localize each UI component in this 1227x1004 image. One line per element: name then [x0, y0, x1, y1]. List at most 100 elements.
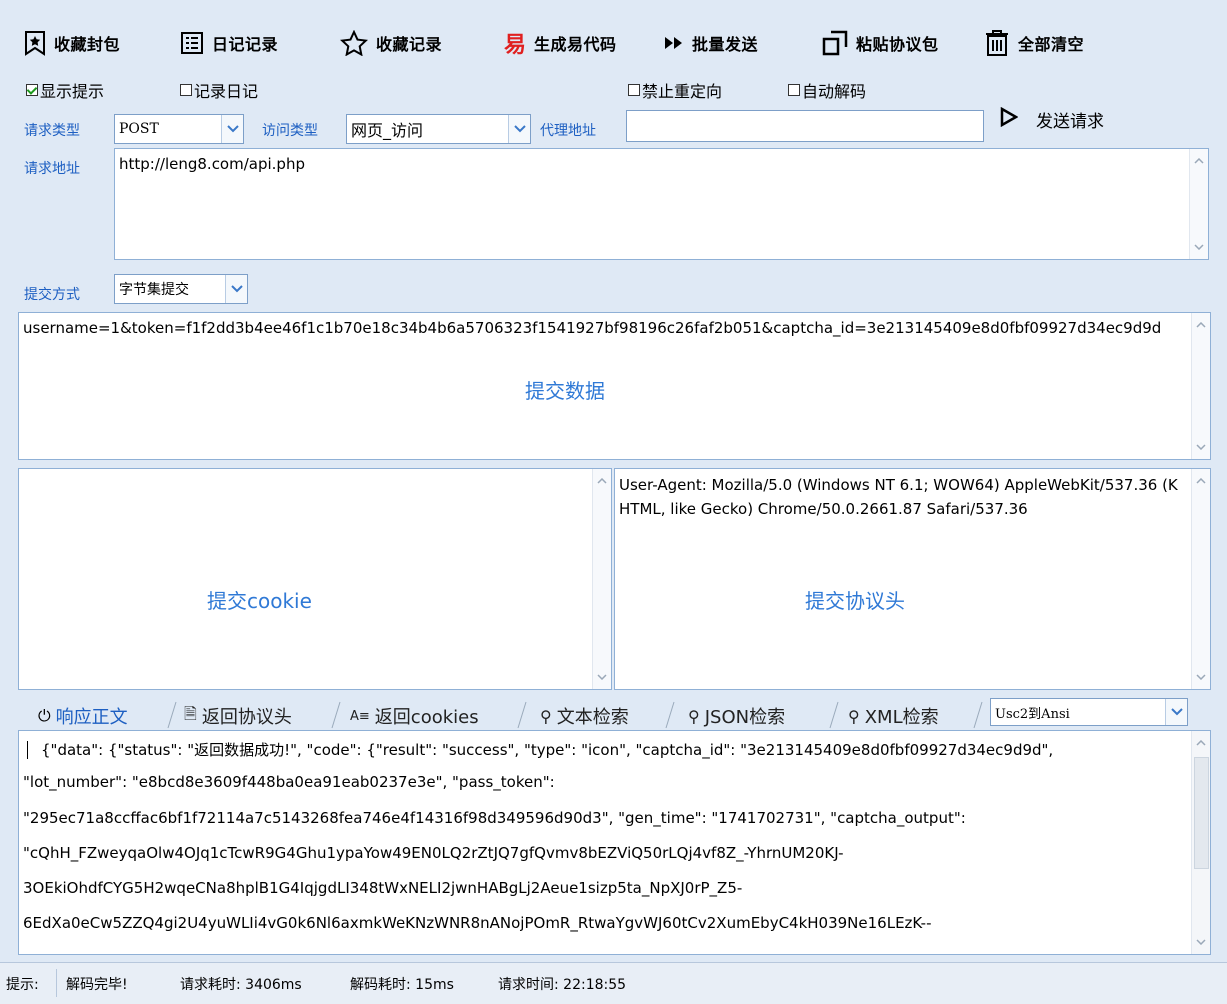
generate-code-button[interactable]: 易 生成易代码 — [504, 26, 617, 60]
collect-packet-button[interactable]: 收藏封包 — [24, 26, 120, 60]
tab-response-cookies[interactable]: A≡ 返回cookies — [350, 702, 479, 730]
url-scrollbar[interactable] — [1189, 149, 1208, 259]
chevron-down-icon[interactable] — [508, 115, 530, 143]
submit-mode-label: 提交方式 — [24, 287, 80, 303]
status-bar: 提示: 解码完毕! 请求耗时: 3406ms 解码耗时: 15ms 请求时间: … — [0, 962, 1227, 1004]
response-line: "cQhH_FZweyqaOlw4OJq1cTcwR9G4Ghu1ypaYow4… — [23, 844, 844, 862]
access-type-value: 网页_访问 — [351, 121, 424, 140]
tab-json-search-label: JSON检索 — [704, 707, 786, 728]
generate-code-label: 生成易代码 — [534, 35, 617, 54]
headers-scrollbar[interactable] — [1191, 469, 1210, 689]
url-value: http://leng8.com/api.php — [119, 155, 305, 173]
chevron-down-icon[interactable] — [225, 275, 247, 303]
url-textarea[interactable]: http://leng8.com/api.php — [114, 148, 1209, 260]
scroll-down-icon[interactable] — [1192, 932, 1210, 952]
diary-record-button[interactable]: 日记记录 — [180, 26, 278, 60]
text-format-icon: A≡ — [350, 708, 370, 724]
show-tips-checkbox[interactable]: 显示提示 — [26, 78, 104, 102]
response-line: 3OEkiOhdfCYG5H2wqeCNa8hplB1G4IqjgdLI348t… — [23, 879, 743, 897]
scroll-up-icon[interactable] — [1192, 471, 1210, 491]
tab-response-headers[interactable]: 🗎 返回协议头 — [184, 702, 292, 730]
cookie-scrollbar[interactable] — [592, 469, 611, 689]
scroll-up-icon[interactable] — [1190, 151, 1208, 171]
method-value: POST — [119, 121, 159, 137]
scroll-up-icon[interactable] — [593, 471, 611, 491]
response-line: "lot_number": "e8bcd8e3609f448ba0ea91eab… — [23, 773, 555, 791]
proxy-input[interactable] — [626, 110, 984, 142]
post-data-textarea[interactable]: username=1&token=f1f2dd3b4ee46f1c1b70e18… — [18, 312, 1211, 460]
send-request-button[interactable]: 发送请求 — [1000, 104, 1104, 134]
tab-separator — [167, 701, 177, 729]
cookie-textarea[interactable]: 提交cookie — [18, 468, 612, 690]
favorites-button[interactable]: 收藏记录 — [340, 26, 442, 60]
batch-send-label: 批量发送 — [692, 35, 759, 54]
response-scrollbar[interactable] — [1191, 731, 1210, 954]
tab-separator — [829, 701, 839, 729]
response-line: "295ec71a8ccffac6bf1f72114a7c5143268fea7… — [23, 809, 966, 827]
response-body[interactable]: {"data": {"status": "返回数据成功!", "code": {… — [18, 731, 1211, 955]
encoding-value: Usc2到Ansi — [995, 706, 1070, 722]
submit-mode-select[interactable]: 字节集提交 — [114, 274, 248, 304]
auto-decode-check-box — [788, 84, 800, 96]
document-icon: 🗎 — [184, 703, 197, 723]
tab-response-body[interactable]: ⏻ 响应正文 — [38, 702, 128, 730]
scroll-down-icon[interactable] — [1190, 237, 1208, 257]
search-icon: ⚲ — [688, 706, 700, 726]
clear-all-label: 全部清空 — [1018, 35, 1085, 54]
status-prefix: 提示: — [6, 977, 39, 993]
scroll-down-icon[interactable] — [1192, 437, 1210, 457]
chevron-down-icon[interactable] — [1165, 699, 1187, 725]
response-line: 6EdXa0eCw5ZZQ4gi2U4yuWLIi4vG0k6Nl6axmkWe… — [23, 914, 932, 932]
tab-xml-search[interactable]: ⚲ XML检索 — [848, 702, 939, 730]
no-redirect-checkbox[interactable]: 禁止重定向 — [628, 78, 722, 102]
tab-text-search-label: 文本检索 — [556, 707, 629, 728]
clear-all-button[interactable]: 全部清空 — [984, 26, 1084, 60]
show-tips-check-mark — [26, 84, 38, 96]
trash-icon — [984, 29, 1010, 57]
response-icon: ⏻ — [38, 706, 51, 725]
post-data-watermark: 提交数据 — [525, 379, 605, 403]
star-icon — [340, 30, 368, 56]
scroll-down-icon[interactable] — [593, 667, 611, 687]
headers-value: User-Agent: Mozilla/5.0 (Windows NT 6.1;… — [619, 476, 1178, 518]
tab-separator — [973, 701, 983, 729]
tab-xml-search-label: XML检索 — [864, 707, 939, 728]
record-diary-checkbox[interactable]: 记录日记 — [180, 78, 258, 102]
response-line: {"data": {"status": "返回数据成功!", "code": {… — [41, 741, 1054, 759]
favorites-label: 收藏记录 — [376, 35, 443, 54]
tab-separator — [517, 701, 527, 729]
url-label: 请求地址 — [24, 161, 80, 177]
show-tips-label: 显示提示 — [40, 82, 105, 101]
scroll-thumb[interactable] — [1194, 757, 1209, 869]
bookmark-star-icon — [24, 30, 46, 56]
proxy-label: 代理地址 — [540, 123, 596, 139]
text-cursor — [27, 741, 28, 759]
send-request-label: 发送请求 — [1036, 111, 1104, 132]
paste-icon — [822, 30, 848, 56]
scroll-up-icon[interactable] — [1192, 733, 1210, 753]
scroll-down-icon[interactable] — [1192, 667, 1210, 687]
collect-packet-label: 收藏封包 — [54, 35, 121, 54]
scroll-up-icon[interactable] — [1192, 315, 1210, 335]
status-clock: 请求时间: 22:18:55 — [498, 977, 627, 993]
tab-response-cookies-label: 返回cookies — [374, 707, 479, 728]
status-request-time: 请求耗时: 3406ms — [180, 977, 302, 993]
paste-packet-button[interactable]: 粘贴协议包 — [822, 26, 939, 60]
method-select[interactable]: POST — [114, 114, 244, 144]
batch-send-button[interactable]: 批量发送 — [664, 26, 758, 60]
diary-record-label: 日记记录 — [212, 35, 279, 54]
chevron-down-icon[interactable] — [221, 115, 243, 143]
no-redirect-label: 禁止重定向 — [642, 82, 723, 101]
tab-json-search[interactable]: ⚲ JSON检索 — [688, 702, 785, 730]
paste-packet-label: 粘贴协议包 — [856, 35, 939, 54]
access-type-select[interactable]: 网页_访问 — [346, 114, 531, 144]
play-icon — [1000, 106, 1019, 131]
record-diary-label: 记录日记 — [194, 82, 259, 101]
headers-textarea[interactable]: User-Agent: Mozilla/5.0 (Windows NT 6.1;… — [614, 468, 1211, 690]
encoding-select[interactable]: Usc2到Ansi — [990, 698, 1188, 726]
tab-text-search[interactable]: ⚲ 文本检索 — [540, 702, 629, 730]
post-data-value: username=1&token=f1f2dd3b4ee46f1c1b70e18… — [23, 319, 1162, 337]
auto-decode-checkbox[interactable]: 自动解码 — [788, 78, 866, 102]
tab-response-body-label: 响应正文 — [55, 707, 128, 728]
post-data-scrollbar[interactable] — [1191, 313, 1210, 459]
